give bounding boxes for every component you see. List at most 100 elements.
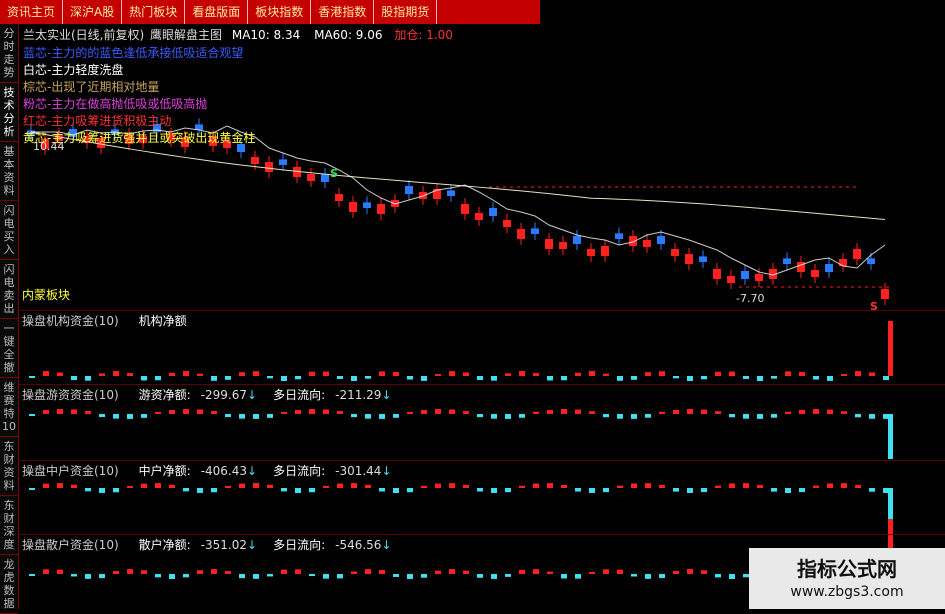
sidebar-item[interactable]: 闪电卖出 xyxy=(0,260,18,319)
flow-bar xyxy=(183,409,189,414)
flow-bar xyxy=(841,411,847,414)
flow-bar xyxy=(729,574,735,579)
flow-bar xyxy=(673,409,679,414)
top-menu-tab[interactable]: 深沪A股 xyxy=(63,0,123,24)
chart-header: 兰太实业(日线,前复权) 鹰眼解盘主图 MA10: 8.34 MA60: 9.0… xyxy=(23,26,453,43)
legend-item: 蓝芯-主力的的蓝色逢低承接低吸适合观望 xyxy=(23,46,244,60)
sidebar-item[interactable]: 龙虎数据 xyxy=(0,555,18,614)
flow-bar xyxy=(211,569,217,574)
flow-bar xyxy=(113,414,119,419)
flow-bar xyxy=(813,409,819,414)
flow-bar xyxy=(687,409,693,414)
panel-flow-value: -546.56 xyxy=(335,538,382,552)
flow-bar xyxy=(477,414,483,418)
flow-bar xyxy=(127,373,133,376)
flow-bar xyxy=(813,376,819,380)
top-menu-tab[interactable]: 香港指数 xyxy=(311,0,375,24)
flow-bar xyxy=(71,574,77,577)
candle-body xyxy=(517,229,525,239)
sidebar-item[interactable]: 一键全撤 xyxy=(0,319,18,378)
flow-bar xyxy=(799,371,805,376)
flow-bar xyxy=(169,484,175,488)
flow-bar xyxy=(827,376,833,381)
flow-bar xyxy=(757,485,763,488)
flow-bar xyxy=(659,484,665,488)
flow-bar xyxy=(631,483,637,488)
flow-bar xyxy=(869,414,875,419)
top-menu-tab[interactable]: 股指期货 xyxy=(374,0,438,24)
stock-title: 兰太实业(日线,前复权) xyxy=(23,28,145,42)
flow-bar xyxy=(519,569,525,574)
sidebar-item[interactable]: 闪电买入 xyxy=(0,201,18,260)
flow-bar xyxy=(169,410,175,414)
sidebar-item[interactable]: 技术分析 xyxy=(0,83,18,142)
sidebar-item[interactable]: 基本资料 xyxy=(0,142,18,201)
flow-bar xyxy=(141,483,147,488)
top-menu-tab[interactable]: 热门板块 xyxy=(122,0,186,24)
flow-bar xyxy=(337,574,343,579)
sell-signal-label-2: S xyxy=(870,300,878,313)
flow-bar xyxy=(435,409,441,414)
flow-bar xyxy=(813,485,819,488)
flow-bar xyxy=(729,371,735,376)
flow-bar xyxy=(589,488,595,493)
flow-bar xyxy=(743,414,749,419)
sidebar-item[interactable]: 维赛特10 xyxy=(0,378,18,437)
sidebar-item[interactable]: 东财资料 xyxy=(0,437,18,496)
flow-bar xyxy=(729,483,735,488)
ma-short-line xyxy=(31,125,886,276)
sidebar-item[interactable]: 分时走势 xyxy=(0,24,18,83)
legend-item: 粉芯-主力在做高抛低吸或低吸高抛 xyxy=(23,97,208,111)
flow-bar xyxy=(85,574,91,579)
flow-bar xyxy=(463,411,469,414)
flow-bar xyxy=(43,569,49,574)
flow-bar xyxy=(799,409,805,414)
candle-body xyxy=(489,208,497,216)
flow-bar xyxy=(29,488,35,490)
flow-bar xyxy=(57,372,63,376)
flow-bar xyxy=(407,488,413,493)
divider xyxy=(19,310,945,311)
candle-body xyxy=(279,159,287,165)
flow-bar xyxy=(491,414,497,419)
flow-bar xyxy=(827,483,833,488)
flow-bar xyxy=(127,569,133,574)
flow-bar xyxy=(533,483,539,488)
flow-bar xyxy=(99,373,105,376)
flow-bar xyxy=(617,376,623,381)
panel-name: 操盘游资资金(10) xyxy=(22,388,119,402)
flow-bar xyxy=(701,570,707,574)
top-menu-tab[interactable]: 板块指数 xyxy=(248,0,312,24)
sidebar-item[interactable]: 东财深度 xyxy=(0,496,18,555)
flow-bar xyxy=(295,409,301,414)
flow-bar xyxy=(365,484,371,488)
flow-bar xyxy=(547,376,553,381)
flow-bar xyxy=(365,376,371,379)
flow-bar xyxy=(617,569,623,574)
flow-bar xyxy=(323,371,329,376)
flow-bar xyxy=(785,488,791,493)
flow-bar xyxy=(701,409,707,414)
flow-bar xyxy=(421,409,427,414)
flow-bar xyxy=(673,376,679,379)
flow-bar xyxy=(449,409,455,414)
flow-bar xyxy=(785,411,791,414)
flow-bar xyxy=(379,569,385,574)
flow-bar xyxy=(883,376,889,381)
flow-bar xyxy=(113,371,119,376)
flow-bar xyxy=(309,574,315,577)
candle-body xyxy=(405,186,413,194)
flow-bar xyxy=(855,371,861,376)
flow-bar xyxy=(281,411,287,414)
divider xyxy=(19,384,945,385)
chart-area[interactable]: 兰太实业(日线,前复权) 鹰眼解盘主图 MA10: 8.34 MA60: 9.0… xyxy=(19,24,945,609)
down-arrow-icon: ↓ xyxy=(381,388,392,402)
top-menu-tab[interactable]: 看盘版面 xyxy=(185,0,249,24)
flow-bar xyxy=(561,409,567,414)
candle-body xyxy=(727,276,735,283)
flow-bar xyxy=(603,569,609,574)
flow-bar xyxy=(29,376,35,378)
top-menu-tab[interactable]: 资讯主页 xyxy=(0,0,64,24)
flow-bar xyxy=(491,488,497,493)
flow-bar xyxy=(659,574,665,579)
